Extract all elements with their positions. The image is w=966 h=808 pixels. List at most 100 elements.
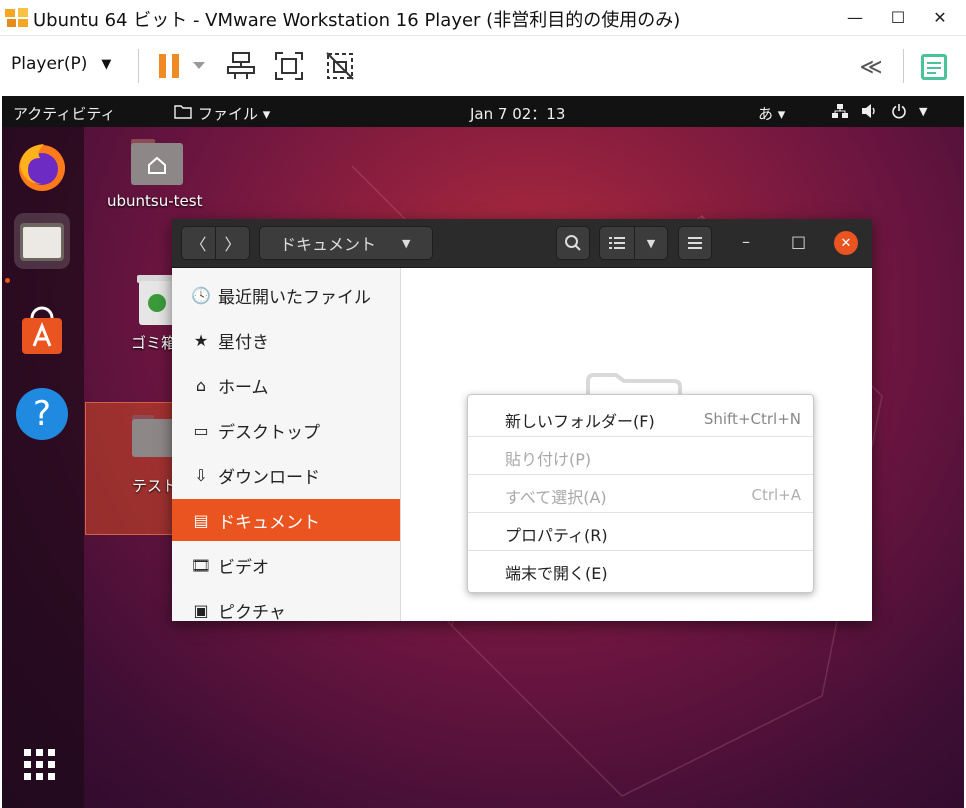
chevron-down-icon xyxy=(193,62,205,69)
document-icon: ▤ xyxy=(193,510,209,530)
sidebar-item-downloads[interactable]: ⇩ ダウンロード xyxy=(172,454,400,496)
pause-button[interactable] xyxy=(155,51,183,81)
player-label: Player(P) xyxy=(11,54,88,74)
menu-item-properties[interactable]: プロパティ(R) xyxy=(468,513,813,551)
desktop-icon-label: ubuntsu-test xyxy=(107,192,203,210)
sidebar-item-documents[interactable]: ▤ ドキュメント xyxy=(172,499,400,541)
files-sidebar: 🕓 最近開いたファイル ★ 星付き ⌂ ホーム ▭ デスクトップ ⇩ ダウンロー… xyxy=(172,268,401,623)
window-minimize-button[interactable]: – xyxy=(742,232,750,251)
dock-software[interactable] xyxy=(14,304,70,360)
sidebar-item-label: ダウンロード xyxy=(218,467,320,488)
desktop-icon-home-folder[interactable] xyxy=(129,137,185,187)
sidebar-item-starred[interactable]: ★ 星付き xyxy=(172,319,400,361)
window-title: Ubuntu 64 ビット - VMware Workstation 16 Pl… xyxy=(33,10,681,31)
menu-item-paste[interactable]: 貼り付け(P) xyxy=(468,437,813,475)
vm-screen[interactable]: アクティビティ ファイル ▾ Jan 7 02：13 あ ▾ ▼ ? ubunt… xyxy=(2,96,964,808)
sidebar-item-desktop[interactable]: ▭ デスクトップ xyxy=(172,409,400,451)
menu-item-shortcut: Shift+Ctrl+N xyxy=(703,410,801,428)
sidebar-item-label: 星付き xyxy=(218,332,269,353)
menu-item-label: 新しいフォルダー(F) xyxy=(505,412,655,431)
desktop-icon: ▭ xyxy=(193,420,209,440)
input-method-indicator[interactable]: あ ▾ xyxy=(758,103,785,124)
context-menu: 新しいフォルダー(F) Shift+Ctrl+N 貼り付け(P) すべて選択(A… xyxy=(467,394,814,593)
unity-off-icon xyxy=(326,52,354,80)
sidebar-item-pictures[interactable]: ▣ ピクチャ xyxy=(172,589,400,631)
collapse-library-button[interactable]: ≪ xyxy=(856,54,886,80)
system-menu[interactable]: ▼ xyxy=(831,103,927,119)
send-ctrl-alt-del-button[interactable] xyxy=(224,49,258,83)
sidebar-item-label: 最近開いたファイル xyxy=(218,287,371,308)
menu-item-new-folder[interactable]: 新しいフォルダー(F) Shift+Ctrl+N xyxy=(468,399,813,437)
vmware-toolbar: Player(P) ▼ ≪ xyxy=(0,35,966,96)
activities-button[interactable]: アクティビティ xyxy=(13,103,115,124)
network-send-icon xyxy=(227,52,255,79)
window-close-button[interactable]: ✕ xyxy=(834,231,858,255)
sidebar-item-label: デスクトップ xyxy=(218,422,320,443)
menu-item-label: すべて選択(A) xyxy=(505,488,607,507)
menu-item-label: プロパティ(R) xyxy=(505,526,608,545)
sidebar-item-label: ビデオ xyxy=(218,557,269,578)
volume-icon xyxy=(862,104,875,118)
home-folder-icon xyxy=(131,139,183,185)
menu-item-open-terminal[interactable]: 端末で開く(E) xyxy=(468,551,813,589)
dock-firefox[interactable] xyxy=(14,138,70,194)
chevron-down-icon: ▼ xyxy=(919,104,928,118)
files-headerbar: 〈 〉 ドキュメント ▼ ▼ – □ ✕ xyxy=(172,219,872,268)
back-button[interactable]: 〈 xyxy=(181,226,216,260)
files-menu-label: ファイル ▾ xyxy=(198,105,271,123)
sidebar-item-home[interactable]: ⌂ ホーム xyxy=(172,364,400,406)
clock[interactable]: Jan 7 02：13 xyxy=(470,103,565,124)
player-menu-button[interactable]: Player(P) ▼ xyxy=(11,54,111,74)
sidebar-item-label: ピクチャ xyxy=(218,602,286,623)
sidebar-item-videos[interactable]: 🎞 ビデオ xyxy=(172,544,400,586)
desktop-icon-label: ゴミ箱 xyxy=(131,334,177,352)
fullscreen-icon xyxy=(275,52,303,80)
video-icon: 🎞 xyxy=(190,555,212,575)
show-applications-button[interactable] xyxy=(22,747,58,787)
toolbar-divider xyxy=(903,49,904,83)
forward-button[interactable]: 〉 xyxy=(215,226,250,260)
star-icon: ★ xyxy=(193,330,209,350)
window-maximize-button[interactable]: □ xyxy=(791,232,806,251)
desktop-icon-selected-folder[interactable]: テスト xyxy=(85,402,178,535)
dock-files[interactable] xyxy=(14,213,70,269)
desktop-icon-label: テスト xyxy=(132,477,178,495)
home-icon: ⌂ xyxy=(195,375,207,395)
menu-item-select-all[interactable]: すべて選択(A) Ctrl+A xyxy=(468,475,813,513)
download-icon: ⇩ xyxy=(194,465,208,485)
folder-icon xyxy=(174,105,192,119)
notes-button[interactable] xyxy=(918,51,950,83)
pause-dropdown-button[interactable] xyxy=(191,58,207,74)
player-menu-arrow: ▼ xyxy=(101,56,112,72)
dock-help[interactable]: ? xyxy=(14,386,70,442)
vmware-titlebar: Ubuntu 64 ビット - VMware Workstation 16 Pl… xyxy=(0,0,966,35)
unity-mode-button[interactable] xyxy=(323,49,357,83)
view-toggle-button[interactable] xyxy=(599,226,635,260)
view-options-button[interactable]: ▼ xyxy=(634,226,668,260)
notes-icon xyxy=(921,54,947,80)
close-button[interactable]: ✕ xyxy=(927,4,953,30)
files-app-menu[interactable]: ファイル ▾ xyxy=(174,103,270,124)
list-view-icon xyxy=(609,237,625,249)
picture-icon: ▣ xyxy=(193,600,209,620)
sidebar-item-label: ドキュメント xyxy=(218,512,320,533)
search-button[interactable] xyxy=(556,226,590,260)
maximize-button[interactable]: ☐ xyxy=(885,4,911,30)
path-label: ドキュメント xyxy=(280,235,377,254)
network-icon xyxy=(832,104,848,118)
path-dropdown-arrow: ▼ xyxy=(402,236,411,250)
sidebar-item-recent[interactable]: 🕓 最近開いたファイル xyxy=(172,274,400,316)
path-bar-button[interactable]: ドキュメント ▼ xyxy=(259,226,433,260)
sidebar-item-label: ホーム xyxy=(218,377,269,398)
ubuntu-dock: ? xyxy=(2,127,84,808)
search-icon xyxy=(565,235,581,251)
menu-item-label: 端末で開く(E) xyxy=(505,564,608,583)
files-folder-icon xyxy=(20,223,64,261)
running-indicator xyxy=(5,278,10,283)
fullscreen-button[interactable] xyxy=(272,49,306,83)
toolbar-divider xyxy=(138,49,139,83)
clock-icon: 🕓 xyxy=(191,285,211,305)
hamburger-menu-icon xyxy=(688,237,702,249)
minimize-button[interactable]: — xyxy=(842,4,868,30)
menu-button[interactable] xyxy=(678,226,712,260)
